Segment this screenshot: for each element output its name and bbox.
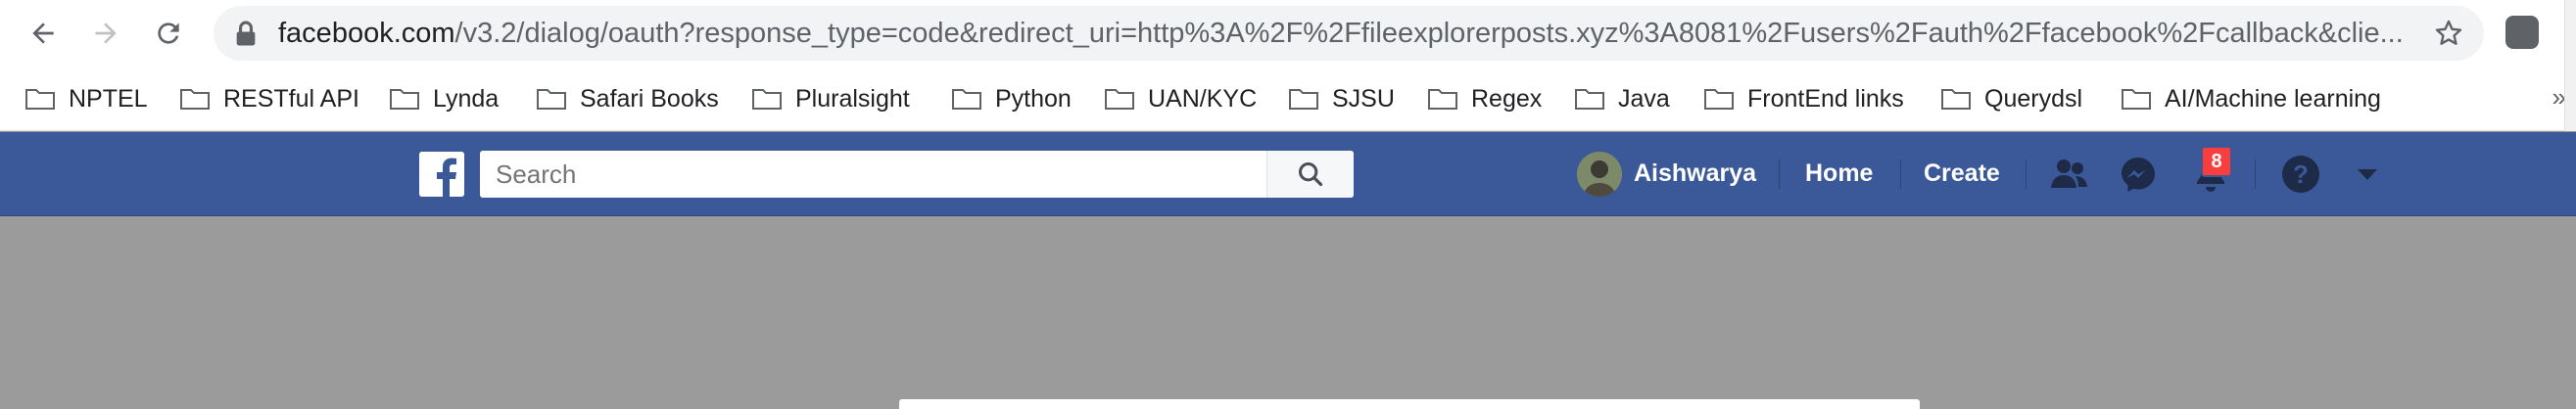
browser-chrome: facebook.com/v3.2/dialog/oauth?response_…: [0, 0, 2576, 131]
oauth-dialog-top: [899, 399, 1920, 409]
profile-photo-icon: [1577, 152, 1622, 197]
bookmark-item[interactable]: Python: [952, 74, 1072, 123]
messenger-button[interactable]: [2116, 152, 2161, 197]
folder-icon: [1428, 89, 1457, 110]
search-button[interactable]: [1266, 151, 1354, 198]
bookmark-item[interactable]: FrontEnd links: [1704, 74, 1904, 123]
bookmark-item[interactable]: Java: [1575, 74, 1670, 123]
address-bar[interactable]: facebook.com/v3.2/dialog/oauth?response_…: [214, 6, 2484, 61]
url-text[interactable]: facebook.com/v3.2/dialog/oauth?response_…: [278, 18, 2423, 50]
svg-text:?: ?: [2293, 159, 2309, 189]
lock-icon: [236, 21, 256, 46]
address-row: facebook.com/v3.2/dialog/oauth?response_…: [0, 0, 2576, 65]
help-question-icon: ?: [2282, 156, 2319, 193]
avatar[interactable]: [1577, 152, 1622, 197]
nav-divider: [2255, 159, 2256, 189]
forward-arrow-icon: [95, 23, 117, 44]
bookmark-item[interactable]: Pluralsight: [752, 74, 910, 123]
bookmark-label: RESTful API: [223, 84, 359, 113]
bookmark-label: Lynda: [433, 84, 500, 113]
bookmark-item[interactable]: AI/Machine learning: [2122, 74, 2381, 123]
bookmark-label: AI/Machine learning: [2165, 84, 2381, 113]
bookmark-label: Regex: [1471, 84, 1543, 113]
bookmark-item[interactable]: NPTEL: [25, 74, 148, 123]
back-arrow-icon: [32, 23, 54, 44]
facebook-f-icon: [419, 152, 464, 197]
scrollbar-track[interactable]: [2564, 0, 2576, 131]
folder-icon: [1289, 89, 1318, 110]
reload-button[interactable]: [147, 12, 190, 55]
folder-icon: [1575, 89, 1604, 110]
account-menu-button[interactable]: [2345, 152, 2390, 197]
caret-down-icon: [2358, 169, 2377, 180]
create-link[interactable]: Create: [1924, 132, 2000, 215]
folder-icon: [180, 89, 210, 110]
folder-icon: [1941, 89, 1971, 110]
folder-icon: [390, 89, 419, 110]
nav-divider: [2026, 159, 2027, 189]
chrome-divider: [0, 130, 2576, 131]
facebook-logo-icon[interactable]: [419, 152, 464, 197]
back-button[interactable]: [22, 12, 65, 55]
nav-divider: [1779, 159, 1780, 189]
folder-icon: [1105, 89, 1134, 110]
folder-icon: [952, 89, 981, 110]
bookmark-label: Querydsl: [1984, 84, 2083, 113]
folder-icon: [752, 89, 782, 110]
bookmark-item[interactable]: Querydsl: [1941, 74, 2082, 123]
folder-icon: [537, 89, 566, 110]
search-input[interactable]: [480, 151, 1264, 198]
home-link[interactable]: Home: [1805, 132, 1873, 215]
help-button[interactable]: ?: [2278, 152, 2323, 197]
bookmark-item[interactable]: Lynda: [390, 74, 499, 123]
folder-icon: [1704, 89, 1734, 110]
search-icon: [1298, 161, 1323, 187]
bookmark-label: SJSU: [1332, 84, 1395, 113]
friend-requests-button[interactable]: [2047, 152, 2092, 197]
nav-divider: [1900, 159, 1901, 189]
forward-button[interactable]: [84, 12, 127, 55]
reload-icon: [158, 23, 179, 44]
bookmark-label: Safari Books: [580, 84, 719, 113]
bookmark-label: Java: [1618, 84, 1670, 113]
notification-badge: 8: [2201, 146, 2232, 177]
bookmark-star-icon[interactable]: [2433, 18, 2464, 49]
bookmark-item[interactable]: UAN/KYC: [1105, 74, 1257, 123]
folder-icon: [2122, 89, 2151, 110]
folder-icon: [25, 89, 55, 110]
url-path: /v3.2/dialog/oauth?response_type=code&re…: [454, 18, 2404, 49]
bookmark-label: Python: [995, 84, 1072, 113]
bookmark-item[interactable]: SJSU: [1289, 74, 1395, 123]
bookmark-item[interactable]: Regex: [1428, 74, 1542, 123]
profile-link[interactable]: Aishwarya: [1634, 132, 1756, 215]
bookmark-label: UAN/KYC: [1148, 84, 1258, 113]
facebook-top-bar: Aishwarya Home Create 8 ?: [0, 132, 2576, 216]
messenger-icon: [2122, 158, 2155, 192]
friends-icon: [2051, 159, 2087, 188]
search-box: [480, 151, 1354, 198]
bookmark-item[interactable]: Safari Books: [537, 74, 719, 123]
bookmark-label: Pluralsight: [795, 84, 910, 113]
extension-icon[interactable]: [2505, 16, 2539, 49]
bookmarks-bar: NPTEL RESTful API Lynda Safari Books Plu…: [0, 74, 2576, 123]
bookmark-item[interactable]: RESTful API: [180, 74, 359, 123]
bookmark-label: FrontEnd links: [1747, 84, 1904, 113]
url-host: facebook.com: [278, 18, 455, 49]
bookmark-label: NPTEL: [69, 84, 148, 113]
